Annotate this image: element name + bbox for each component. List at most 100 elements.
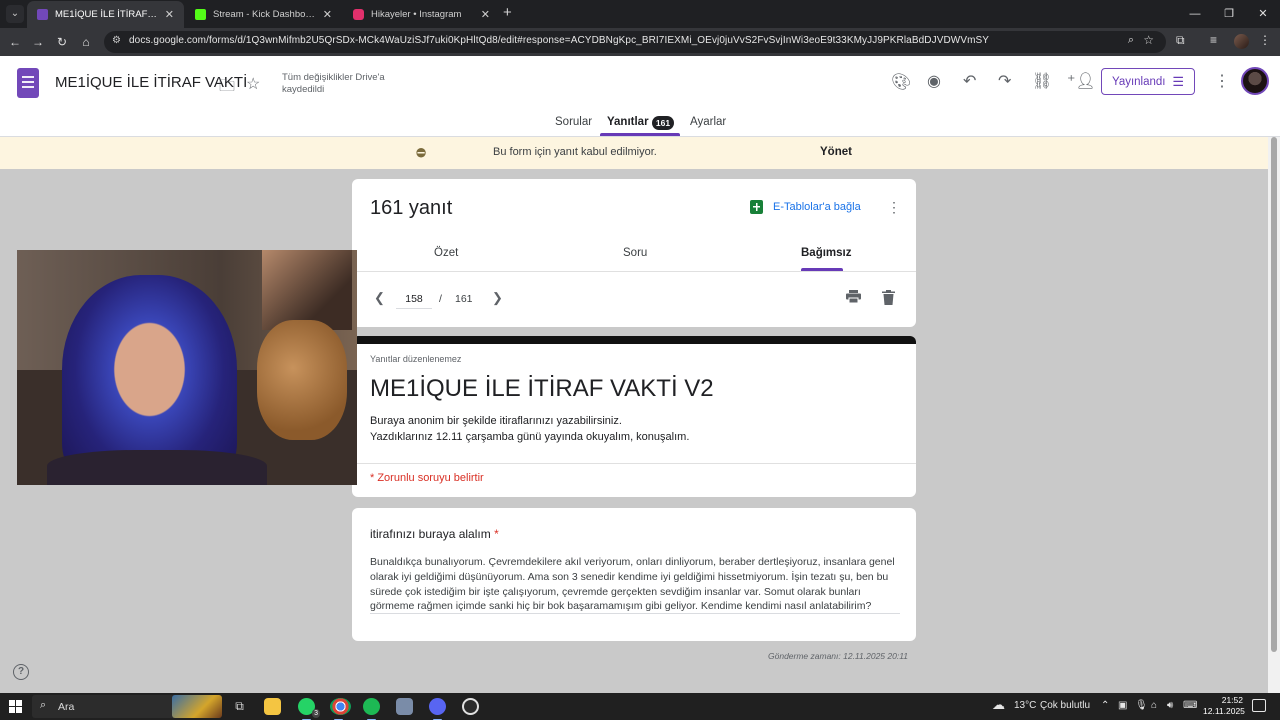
user-avatar[interactable]: [1241, 67, 1269, 95]
help-icon[interactable]: ?: [13, 664, 29, 680]
customize-theme-icon[interactable]: 🎨︎: [891, 72, 911, 92]
taskbar-search[interactable]: ⌕ Ara: [32, 695, 222, 718]
divider: [352, 463, 916, 464]
response-count-badge: 161: [652, 116, 674, 130]
responses-more-icon[interactable]: ⋮: [887, 199, 901, 216]
show-hidden-icons-icon[interactable]: ⌃: [1101, 700, 1109, 711]
weather-temperature[interactable]: 13°C: [1014, 700, 1036, 711]
keyboard-icon[interactable]: ⌨: [1183, 700, 1197, 711]
star-icon[interactable]: ☆: [246, 74, 260, 94]
weather-icon[interactable]: ☁︎: [992, 697, 1005, 713]
kick-favicon-icon: [195, 9, 206, 20]
response-number-input[interactable]: 158: [396, 289, 432, 309]
link-to-sheets-button[interactable]: E-Tablolar'a bağla: [750, 200, 861, 214]
submission-timestamp: Gönderme zamanı: 12.11.2025 20:11: [768, 651, 909, 661]
redo-icon[interactable]: ↷: [998, 71, 1011, 91]
more-options-icon[interactable]: ⋮: [1214, 71, 1230, 91]
forms-header: ME1İQUE İLE İTİRAF VAKTİ 🗀 ☆ Tüm değişik…: [0, 56, 1280, 137]
active-tab-indicator: [600, 133, 680, 136]
whatsapp-badge: 3: [312, 709, 320, 718]
next-response-icon[interactable]: ❯: [492, 290, 503, 306]
app-icon[interactable]: [396, 698, 413, 715]
close-window-icon[interactable]: ✕: [1246, 0, 1280, 28]
zoom-icon[interactable]: ⌕: [1128, 34, 1134, 47]
forms-logo-icon[interactable]: [17, 68, 39, 98]
published-label: Yayınlandı: [1112, 75, 1166, 88]
weather-description[interactable]: Çok bulutlu: [1040, 700, 1090, 711]
responses-summary-card: 161 yanıt E-Tablolar'a bağla ⋮ Özet Soru…: [352, 179, 916, 327]
close-tab-icon[interactable]: ✕: [165, 8, 174, 21]
required-asterisk: *: [494, 527, 499, 541]
network-icon[interactable]: ⌂: [1151, 700, 1157, 711]
copy-link-icon[interactable]: ⛓: [1032, 71, 1052, 91]
subtab-individual[interactable]: Bağımsız: [801, 247, 852, 259]
close-tab-icon[interactable]: ✕: [481, 8, 490, 21]
delete-response-icon[interactable]: [882, 290, 895, 305]
search-icon: ⌕: [40, 699, 47, 711]
obs-icon[interactable]: [462, 698, 479, 715]
discord-icon[interactable]: [429, 698, 446, 720]
banner-text: Bu form için yanıt kabul edilmiyor.: [493, 146, 657, 158]
subtab-question[interactable]: Soru: [623, 247, 647, 259]
previous-response-icon[interactable]: ❮: [374, 290, 385, 306]
browser-tab-kick[interactable]: Stream - Kick Dashboard ✕: [185, 1, 342, 28]
close-tab-icon[interactable]: ✕: [323, 8, 332, 21]
browser-tab-instagram[interactable]: Hikayeler • Instagram ✕: [343, 1, 500, 28]
subtab-summary[interactable]: Özet: [434, 247, 458, 259]
home-icon[interactable]: ⌂: [77, 33, 95, 51]
publish-settings-icon: ☰: [1172, 73, 1184, 89]
start-menu-icon[interactable]: [9, 700, 22, 713]
manage-button[interactable]: Yönet: [820, 146, 852, 158]
move-to-folder-icon[interactable]: 🗀: [219, 75, 235, 102]
address-bar[interactable]: ⚙ docs.google.com/forms/d/1Q3wnMifmb2U5Q…: [104, 31, 1166, 53]
microphone-icon[interactable]: 🎙︎: [1135, 700, 1148, 711]
question-text: itirafınızı buraya alalım: [370, 527, 491, 541]
add-collaborator-icon[interactable]: ⁺👤︎: [1067, 71, 1096, 91]
pager-total: 161: [455, 293, 473, 305]
tab-search-icon[interactable]: ⌄: [6, 5, 24, 23]
taskbar-search-label: Ara: [58, 701, 75, 713]
volume-icon[interactable]: 🔊︎: [1167, 700, 1173, 711]
bookmark-star-icon[interactable]: ☆: [1143, 33, 1154, 47]
forward-icon[interactable]: →: [29, 33, 47, 51]
undo-icon[interactable]: ↶: [963, 71, 976, 91]
webcam-poster: [262, 250, 352, 330]
media-control-icon[interactable]: ≡: [1210, 33, 1217, 47]
browser-profile-avatar[interactable]: [1234, 34, 1249, 49]
form-header-card: Yanıtlar düzenlenemez ME1İQUE İLE İTİRAF…: [352, 336, 916, 497]
print-icon[interactable]: [846, 290, 861, 303]
minimize-icon[interactable]: —: [1178, 0, 1212, 28]
tray-app-icon[interactable]: ▣: [1118, 700, 1127, 711]
site-info-icon[interactable]: ⚙: [112, 35, 121, 46]
system-clock[interactable]: 21:52 12.11.2025: [1203, 695, 1245, 717]
file-explorer-icon[interactable]: [264, 698, 281, 715]
browser-tab-forms[interactable]: ME1İQUE İLE İTİRAF VAKTİ - Go ✕: [27, 1, 184, 28]
published-button[interactable]: Yayınlandı ☰: [1101, 68, 1195, 95]
restore-icon[interactable]: ❐: [1212, 0, 1246, 28]
webcam-overlay: [17, 250, 357, 485]
spotify-icon[interactable]: [363, 698, 380, 720]
chrome-icon[interactable]: [330, 698, 351, 720]
tab-settings[interactable]: Ayarlar: [690, 116, 726, 138]
new-tab-icon[interactable]: +: [503, 4, 512, 21]
form-description: Buraya anonim bir şekilde itiraflarınızı…: [370, 413, 689, 445]
divider: [352, 271, 916, 272]
page-scrollbar[interactable]: [1268, 137, 1280, 693]
reload-icon[interactable]: ↻: [53, 33, 71, 51]
url-text[interactable]: docs.google.com/forms/d/1Q3wnMifmb2U5QrS…: [129, 35, 989, 46]
extensions-icon[interactable]: ⧉: [1176, 33, 1185, 48]
tab-title: ME1İQUE İLE İTİRAF VAKTİ - Go: [55, 9, 158, 20]
preview-eye-icon[interactable]: ◉: [927, 71, 941, 91]
form-title: ME1İQUE İLE İTİRAF VAKTİ V2: [370, 375, 714, 402]
whatsapp-icon[interactable]: 3: [298, 698, 320, 720]
required-question-note: * Zorunlu soruyu belirtir: [370, 472, 484, 484]
tab-questions[interactable]: Sorular: [555, 116, 592, 138]
back-icon[interactable]: ←: [6, 33, 24, 51]
form-description-line: Yazdıklarınız 12.11 çarşamba günü yayınd…: [370, 431, 690, 443]
notification-center-icon[interactable]: [1252, 699, 1266, 712]
browser-menu-icon[interactable]: ⋮: [1259, 33, 1271, 47]
task-view-icon[interactable]: ⧉: [231, 698, 248, 715]
scrollbar-thumb[interactable]: [1271, 137, 1277, 652]
browser-tab-strip: ⌄ ME1İQUE İLE İTİRAF VAKTİ - Go ✕ Stream…: [0, 0, 1280, 28]
tab-title: Stream - Kick Dashboard: [213, 9, 316, 20]
